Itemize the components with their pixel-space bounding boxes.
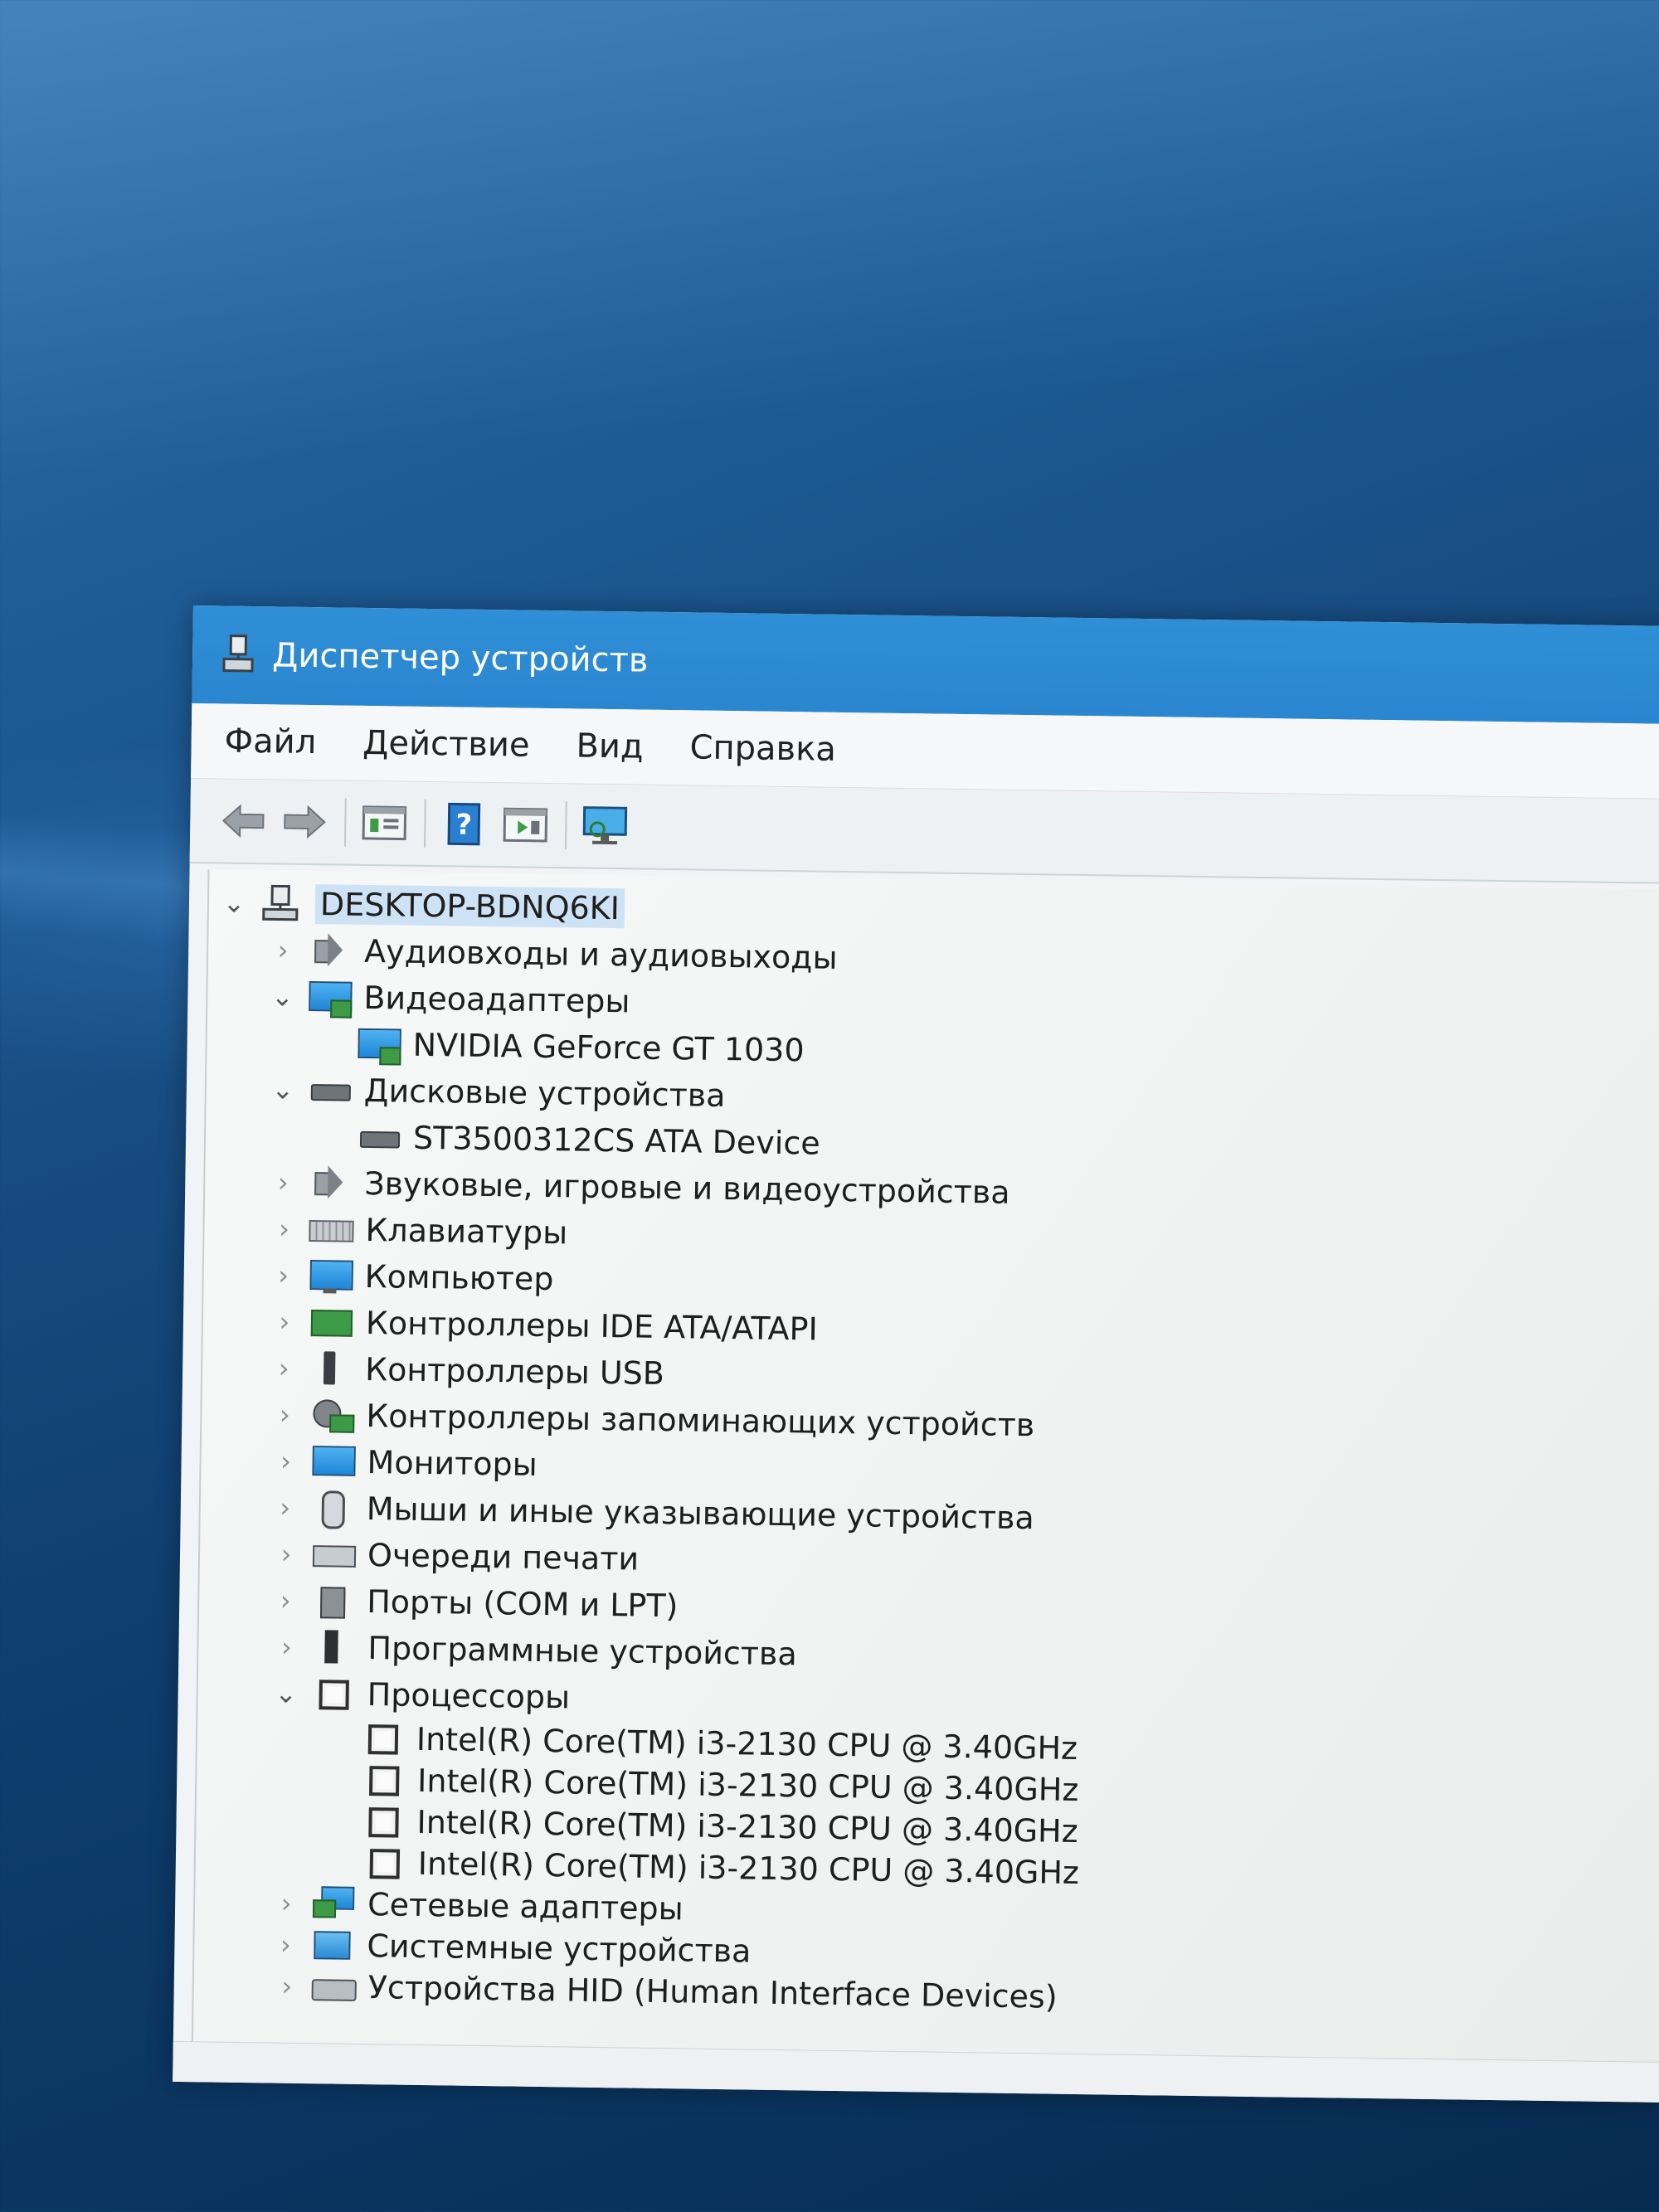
- tree-child-label: ST3500312CS ATA Device: [412, 1119, 820, 1162]
- expand-arrow-icon[interactable]: ›: [268, 1305, 302, 1338]
- printer-icon: [309, 1535, 357, 1574]
- software-device-icon: [309, 1628, 357, 1667]
- tree-node-label: Мыши и иные указывающие устройства: [366, 1490, 1035, 1537]
- tree-node-label: Дисковые устройства: [363, 1072, 726, 1115]
- expand-arrow-icon[interactable]: ›: [269, 1928, 303, 1961]
- tree-node-label: Мониторы: [367, 1444, 538, 1483]
- keyboard-icon: [307, 1210, 354, 1249]
- network-adapter-icon: [309, 1884, 357, 1923]
- properties-icon[interactable]: [359, 798, 410, 848]
- tree-child-label: NVIDIA GeForce GT 1030: [412, 1026, 805, 1069]
- disk-drive-icon: [306, 1071, 353, 1110]
- ide-controller-icon: [308, 1303, 355, 1342]
- menu-help[interactable]: Справка: [689, 728, 836, 768]
- tree-child-label: Intel(R) Core(TM) i3-2130 CPU @ 3.40GHz: [416, 1803, 1078, 1850]
- computer-root-icon: [257, 884, 304, 923]
- usb-icon: [307, 1349, 354, 1388]
- expand-arrow-icon[interactable]: ›: [269, 1491, 303, 1524]
- tree-node-label: Процессоры: [367, 1676, 571, 1716]
- collapse-arrow-icon[interactable]: ⌄: [265, 980, 299, 1013]
- expand-arrow-icon[interactable]: ›: [270, 1631, 304, 1663]
- hid-icon: [309, 1967, 357, 2006]
- tree-node-label: Контроллеры запоминающих устройств: [366, 1398, 1035, 1444]
- menu-view[interactable]: Вид: [576, 727, 644, 766]
- toolbar-separator: [564, 801, 567, 850]
- expand-arrow-icon[interactable]: ›: [267, 1213, 301, 1245]
- tree-node-label: Контроллеры USB: [364, 1350, 665, 1393]
- tree-node-label: Контроллеры IDE ATA/ATAPI: [365, 1304, 819, 1348]
- device-manager-window: Диспетчер устройств Файл Действие Вид Сп…: [173, 605, 1659, 2103]
- toolbar-separator: [343, 798, 347, 847]
- tree-node-label: Устройства HID (Human Interface Devices): [367, 1969, 1058, 2015]
- system-device-icon: [309, 1926, 356, 1965]
- tree-node-label: Сетевые адаптеры: [367, 1886, 684, 1928]
- tree-node-label: Видеоадаптеры: [363, 979, 630, 1020]
- processor-icon: [359, 1761, 406, 1800]
- tree-node-label: Аудиовходы и аудиовыходы: [363, 932, 838, 976]
- back-arrow-icon[interactable]: [218, 795, 269, 846]
- tree-node-label: Системные устройства: [367, 1928, 752, 1970]
- update-driver-icon[interactable]: [500, 800, 551, 850]
- processor-icon: [309, 1675, 356, 1714]
- collapse-arrow-icon[interactable]: ⌄: [266, 1073, 300, 1106]
- tree-node-label: Звуковые, игровые и видеоустройства: [363, 1164, 1010, 1211]
- collapse-arrow-icon[interactable]: ⌄: [269, 1677, 303, 1709]
- disk-drive-icon: [355, 1118, 402, 1157]
- speaker-icon: [306, 931, 353, 970]
- expand-arrow-icon[interactable]: ›: [269, 1584, 303, 1616]
- menu-action[interactable]: Действие: [362, 724, 530, 765]
- tree-child-label: Intel(R) Core(TM) i3-2130 CPU @ 3.40GHz: [417, 1845, 1080, 1892]
- tree-child-label: Intel(R) Core(TM) i3-2130 CPU @ 3.40GHz: [416, 1720, 1078, 1767]
- monitor-icon: [309, 1442, 356, 1481]
- toolbar-separator: [423, 799, 426, 848]
- processor-icon: [358, 1719, 406, 1758]
- device-tree[interactable]: ⌄ DESKTOP-BDNQ6KI › Аудиовходы и аудиовы…: [191, 869, 1659, 2063]
- collapse-arrow-icon[interactable]: ⌄: [217, 887, 251, 919]
- expand-arrow-icon[interactable]: ›: [270, 1887, 304, 1919]
- tree-node-label: Клавиатуры: [365, 1211, 568, 1252]
- display-adapter-icon: [354, 1025, 401, 1066]
- tree-child-label: Intel(R) Core(TM) i3-2130 CPU @ 3.40GHz: [416, 1762, 1079, 1809]
- port-icon: [309, 1582, 356, 1621]
- tree-node-label: Программные устройства: [367, 1630, 797, 1673]
- sound-icon: [306, 1164, 353, 1203]
- expand-arrow-icon[interactable]: ›: [266, 1166, 300, 1198]
- svg-text:?: ?: [455, 808, 472, 841]
- expand-arrow-icon[interactable]: ›: [267, 1352, 301, 1384]
- tree-node-label: Очереди печати: [367, 1537, 640, 1578]
- tree-node-label: Порты (COM и LPT): [366, 1583, 679, 1625]
- tree-node-label: Компьютер: [364, 1257, 554, 1298]
- menu-file[interactable]: Файл: [224, 722, 316, 762]
- forward-arrow-icon[interactable]: [280, 796, 330, 847]
- expand-arrow-icon[interactable]: ›: [269, 1445, 303, 1477]
- expand-arrow-icon[interactable]: ›: [266, 1259, 300, 1291]
- scan-hardware-icon[interactable]: [580, 801, 630, 852]
- mouse-icon: [309, 1489, 356, 1529]
- device-manager-icon: [219, 634, 258, 676]
- computer-icon: [306, 1257, 353, 1296]
- expand-arrow-icon[interactable]: ›: [268, 1398, 302, 1431]
- processor-icon: [360, 1844, 407, 1883]
- expand-arrow-icon[interactable]: ›: [266, 934, 300, 966]
- processor-icon: [358, 1802, 406, 1841]
- tree-root-label: DESKTOP-BDNQ6KI: [314, 884, 625, 929]
- display-adapter-icon: [305, 978, 353, 1018]
- storage-controller-icon: [308, 1396, 355, 1435]
- help-icon[interactable]: ?: [439, 799, 489, 849]
- window-title: Диспетчер устройств: [271, 636, 649, 680]
- expand-arrow-icon[interactable]: ›: [270, 1970, 304, 2002]
- expand-arrow-icon[interactable]: ›: [270, 1538, 304, 1570]
